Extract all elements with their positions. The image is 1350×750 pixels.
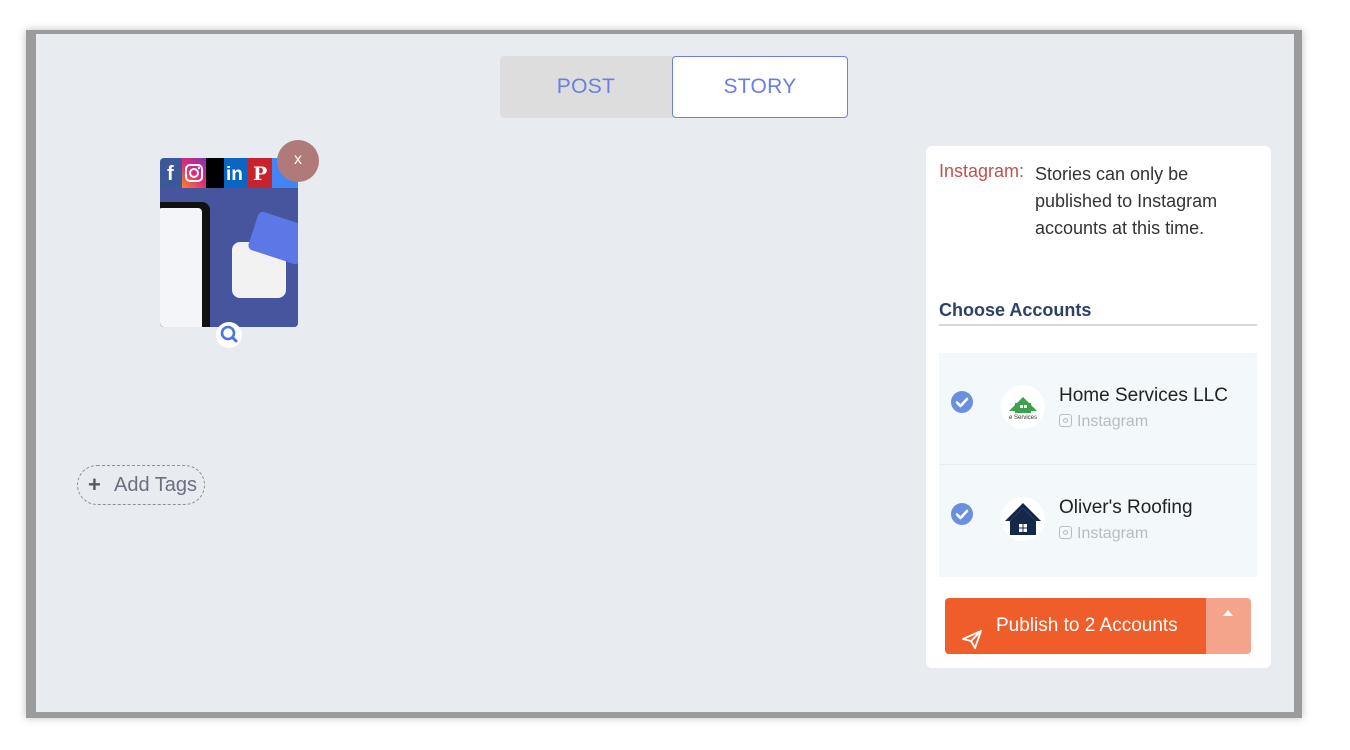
account-list: e Services Home Services LLC Instagram O… bbox=[939, 353, 1257, 577]
notice-text: Stories can only be published to Instagr… bbox=[1035, 164, 1218, 238]
avatar bbox=[1001, 497, 1045, 541]
account-network: Instagram bbox=[1059, 525, 1148, 543]
publish-button[interactable]: Publish to 2 Accounts bbox=[945, 598, 1206, 654]
instagram-icon bbox=[1059, 526, 1072, 539]
paper-plane-icon bbox=[961, 616, 983, 654]
add-tags-label: Add Tags bbox=[114, 474, 198, 496]
account-item[interactable]: Oliver's Roofing Instagram bbox=[939, 465, 1257, 577]
publish-options-button[interactable] bbox=[1206, 598, 1251, 654]
publish-button-group: Publish to 2 Accounts bbox=[945, 598, 1251, 654]
pinterest-icon: P bbox=[248, 158, 272, 188]
check-circle-icon[interactable] bbox=[951, 391, 973, 413]
plus-icon: + bbox=[88, 472, 101, 497]
media-image bbox=[160, 188, 298, 327]
media-thumbnail[interactable]: f in P bbox=[160, 158, 298, 327]
account-name: Oliver's Roofing bbox=[1059, 497, 1193, 518]
publish-panel: Instagram: Stories can only be published… bbox=[926, 146, 1271, 668]
check-circle-icon[interactable] bbox=[951, 503, 973, 525]
svg-text:f: f bbox=[167, 163, 174, 185]
instagram-icon bbox=[1059, 414, 1072, 427]
divider bbox=[939, 324, 1257, 326]
remove-media-button[interactable]: x bbox=[277, 140, 319, 182]
zoom-icon[interactable] bbox=[216, 322, 242, 348]
instagram-icon bbox=[182, 158, 206, 188]
caret-up-icon bbox=[1223, 610, 1233, 616]
x-icon bbox=[206, 158, 224, 188]
add-tags-button[interactable]: + Add Tags bbox=[77, 465, 205, 505]
svg-text:P: P bbox=[253, 163, 267, 185]
phone-graphic bbox=[160, 202, 210, 327]
publish-label: Publish to 2 Accounts bbox=[996, 615, 1178, 636]
facebook-icon: f bbox=[160, 158, 182, 188]
tab-story[interactable]: STORY bbox=[672, 56, 848, 118]
post-type-tabs: POST STORY bbox=[500, 56, 848, 118]
avatar-logo-text: e Services bbox=[1008, 415, 1037, 421]
svg-text:in: in bbox=[226, 164, 243, 185]
tab-post[interactable]: POST bbox=[500, 56, 672, 118]
account-network: Instagram bbox=[1059, 413, 1148, 431]
choose-accounts-title: Choose Accounts bbox=[939, 300, 1092, 320]
account-item[interactable]: e Services Home Services LLC Instagram bbox=[939, 353, 1257, 465]
linkedin-icon: in bbox=[224, 158, 248, 188]
account-name: Home Services LLC bbox=[1059, 385, 1228, 406]
avatar: e Services bbox=[1001, 385, 1045, 429]
notice-network: Instagram: bbox=[939, 161, 1025, 181]
